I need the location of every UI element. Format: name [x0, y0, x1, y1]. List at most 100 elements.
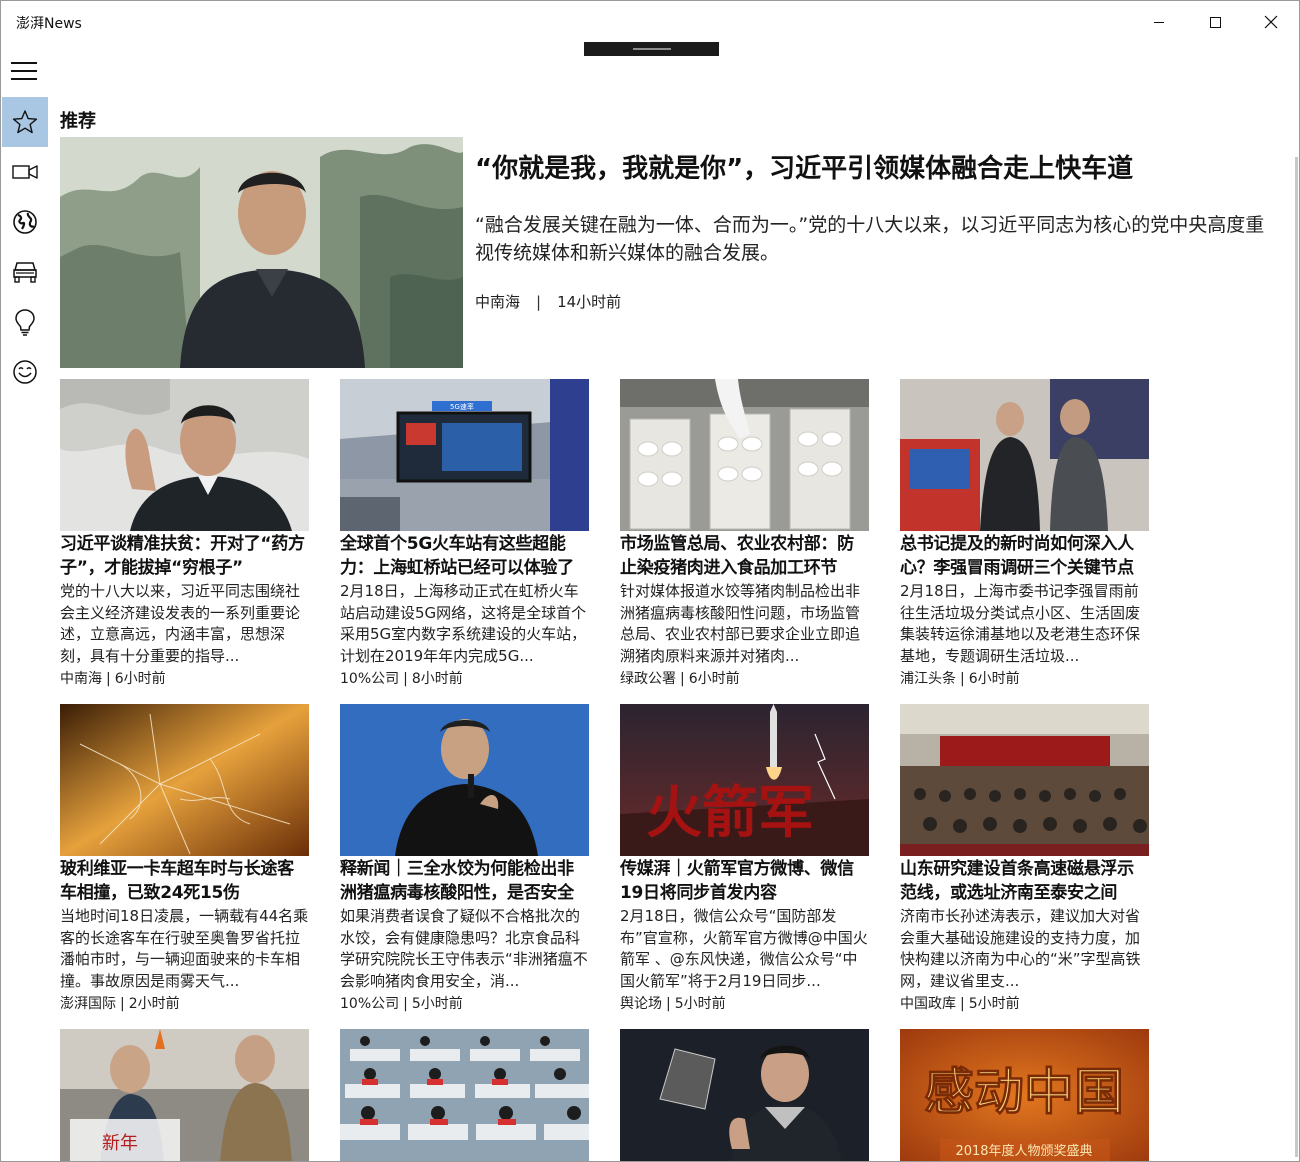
menu-button[interactable]: [11, 60, 37, 82]
svg-text:新年: 新年: [102, 1133, 138, 1154]
card-summary: 针对媒体报道水饺等猪肉制品检出非洲猪瘟病毒核酸阳性问题，市场监管总局、农业农村部…: [620, 582, 861, 665]
card-summary: 当地时间18日凌晨，一辆载有44名乘客的长途客车在行驶至奥鲁罗省托拉潘帕市时，与…: [60, 907, 309, 990]
meta-separator: |: [960, 996, 965, 1012]
card-summary: 2月18日，上海移动正式在虹桥火车站启动建设5G网络，这将是全球首个采用5G室内…: [340, 582, 587, 665]
meta-separator: |: [403, 996, 408, 1012]
card-meta: 澎湃国际 | 2小时前: [60, 993, 180, 1013]
nav-item-recommended[interactable]: [2, 97, 48, 147]
card-source[interactable]: 10%公司: [340, 671, 399, 687]
meta-separator: |: [120, 996, 125, 1012]
nav-rail: [1, 97, 49, 397]
card-time: 2小时前: [128, 996, 180, 1012]
app-title: 澎湃News: [16, 16, 82, 32]
nav-item-video[interactable]: [2, 147, 48, 197]
card-time: 5小时前: [968, 996, 1020, 1012]
hero-source[interactable]: 中南海: [475, 293, 520, 311]
nav-item-ideas[interactable]: [2, 297, 48, 347]
card-summary: 2月18日，上海市委书记李强冒雨前往生活垃圾分类试点小区、生活固废集装转运徐浦基…: [900, 582, 1141, 665]
card-summary: 党的十八大以来，习近平同志围绕社会主义经济建设发表的一系列重要论述，立意高远，内…: [60, 582, 301, 665]
card-time: 8小时前: [411, 671, 463, 687]
app-window: 澎湃News 推荐 “你就是我，我就是你”，习近平引领媒体融合走上快车道 “融合…: [0, 0, 1300, 1162]
maximize-button[interactable]: [1187, 1, 1243, 43]
card-source[interactable]: 浦江头条: [900, 671, 956, 687]
card-summary: 2月18日，微信公众号“国防部发布”官宣称，火箭军官方微博@中国火箭军 、@东风…: [620, 907, 868, 990]
svg-text:5G速率: 5G速率: [450, 402, 474, 411]
card-image[interactable]: [620, 379, 869, 531]
meta-separator: |: [666, 996, 671, 1012]
card-meta: 浦江头条 | 6小时前: [900, 668, 1020, 688]
star-icon: [12, 110, 38, 134]
card-source[interactable]: 中国政库: [900, 996, 956, 1012]
globe-icon: [13, 210, 37, 234]
card-image[interactable]: 火箭军: [620, 704, 869, 856]
hamburger-line: [11, 70, 37, 72]
card-source[interactable]: 绿政公署: [620, 671, 676, 687]
card-summary: 济南市长孙述涛表示，建议加大对省会重大基础设施建设的支持力度，加快构建以济南为中…: [900, 907, 1141, 990]
card-image[interactable]: [340, 704, 589, 856]
title-bar[interactable]: 澎湃News: [1, 1, 1299, 43]
card-time: 5小时前: [674, 996, 726, 1012]
card-image[interactable]: [60, 704, 309, 856]
card-image[interactable]: [900, 704, 1149, 856]
card-image[interactable]: 感动中国 2018年度人物颁奖盛典: [900, 1029, 1149, 1161]
card-image[interactable]: 新年: [60, 1029, 309, 1161]
hero-image[interactable]: [60, 137, 463, 368]
card-time: 5小时前: [411, 996, 463, 1012]
meta-separator: |: [960, 671, 965, 687]
card-title[interactable]: 全球首个5G火车站有这些超能力：上海虹桥站已经可以体验了: [340, 533, 590, 580]
hero-time: 14小时前: [557, 293, 622, 311]
card-meta: 10%公司 | 8小时前: [340, 668, 463, 688]
section-title: 推荐: [60, 111, 96, 132]
smiley-icon: [13, 360, 37, 384]
card-image[interactable]: [60, 379, 309, 531]
card-title[interactable]: 市场监管总局、农业农村部：防止染疫猪肉进入食品加工环节: [620, 533, 870, 580]
card-title[interactable]: 习近平谈精准扶贫：开对了“药方子”，才能拔掉“穷根子”: [60, 533, 310, 580]
card-title[interactable]: 释新闻｜三全水饺为何能检出非洲猪瘟病毒核酸阳性，是否安全: [340, 858, 590, 905]
hero-summary: “融合发展关键在融为一体、合而为一。”党的十八大以来，以习近平同志为核心的党中央…: [475, 214, 1265, 264]
card-image[interactable]: [620, 1029, 869, 1161]
meta-separator: |: [403, 671, 408, 687]
minimize-icon: [1154, 21, 1164, 23]
vertical-scrollbar[interactable]: [1295, 157, 1298, 1157]
hero-meta: 中南海 | 14小时前: [475, 291, 621, 312]
card-time: 6小时前: [688, 671, 740, 687]
card-source[interactable]: 中南海: [60, 671, 102, 687]
maximize-icon: [1209, 16, 1221, 28]
card-summary: 如果消费者误食了疑似不合格批次的水饺，会有健康隐患吗？北京食品科学研究院院长王守…: [340, 907, 588, 990]
grip-icon: [632, 48, 671, 50]
card-title[interactable]: 玻利维亚一卡车超车时与长途客车相撞，已致24死15伤: [60, 858, 310, 905]
card-title[interactable]: 传媒湃｜火箭军官方微博、微信19日将同步首发内容: [620, 858, 870, 905]
svg-text:感动中国: 感动中国: [924, 1062, 1124, 1121]
svg-text:火箭军: 火箭军: [646, 780, 814, 846]
card-image[interactable]: [340, 1029, 589, 1161]
card-title[interactable]: 总书记提及的新时尚如何深入人心？李强冒雨调研三个关键节点: [900, 533, 1150, 580]
card-image[interactable]: [900, 379, 1149, 531]
card-meta: 中南海 | 6小时前: [60, 668, 166, 688]
hamburger-line: [11, 78, 37, 80]
card-source[interactable]: 10%公司: [340, 996, 399, 1012]
card-source[interactable]: 澎湃国际: [60, 996, 116, 1012]
hero-title[interactable]: “你就是我，我就是你”，习近平引领媒体融合走上快车道: [475, 151, 1275, 187]
close-icon: [1264, 15, 1278, 29]
card-meta: 绿政公署 | 6小时前: [620, 668, 740, 688]
close-button[interactable]: [1243, 1, 1299, 43]
meta-separator: |: [680, 671, 685, 687]
hamburger-icon: [11, 62, 37, 64]
card-source[interactable]: 舆论场: [620, 996, 662, 1012]
card-time: 6小时前: [114, 671, 166, 687]
card-meta: 中国政库 | 5小时前: [900, 993, 1020, 1013]
nav-item-world[interactable]: [2, 197, 48, 247]
card-title[interactable]: 山东研究建设首条高速磁悬浮示范线，或选址济南至泰安之间: [900, 858, 1150, 905]
drag-handle[interactable]: [584, 42, 719, 56]
card-image[interactable]: 5G速率: [340, 379, 589, 531]
video-icon: [12, 165, 38, 179]
lightbulb-icon: [15, 309, 35, 336]
svg-text:2018年度人物颁奖盛典: 2018年度人物颁奖盛典: [955, 1143, 1092, 1159]
card-meta: 10%公司 | 5小时前: [340, 993, 463, 1013]
meta-separator: |: [106, 671, 111, 687]
card-time: 6小时前: [968, 671, 1020, 687]
minimize-button[interactable]: [1131, 1, 1187, 43]
nav-item-fun[interactable]: [2, 347, 48, 397]
car-icon: [13, 262, 37, 283]
nav-item-auto[interactable]: [2, 247, 48, 297]
